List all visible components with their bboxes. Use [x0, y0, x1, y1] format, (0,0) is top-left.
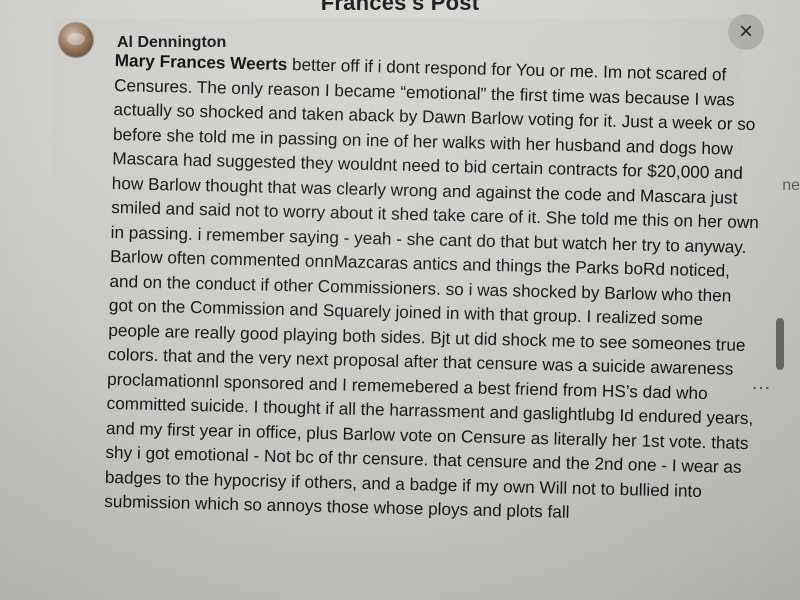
close-icon: × — [738, 18, 753, 45]
comment-body: Mary Frances Weerts better off if i dont… — [104, 48, 765, 529]
avatar[interactable] — [58, 22, 94, 58]
close-button[interactable]: × — [728, 14, 764, 50]
page-title: Frances's Post — [320, 0, 480, 15]
scrollbar-thumb[interactable] — [776, 318, 784, 370]
more-options-icon[interactable]: … — [751, 372, 772, 395]
partial-text: ne — [782, 177, 800, 194]
comment-text: better off if i dont respond for You or … — [104, 54, 760, 522]
facebook-post-modal: Frances's Post × Al Dennington Mary Fran… — [0, 0, 800, 600]
mentioned-name[interactable]: Mary Frances Weerts — [114, 50, 287, 74]
